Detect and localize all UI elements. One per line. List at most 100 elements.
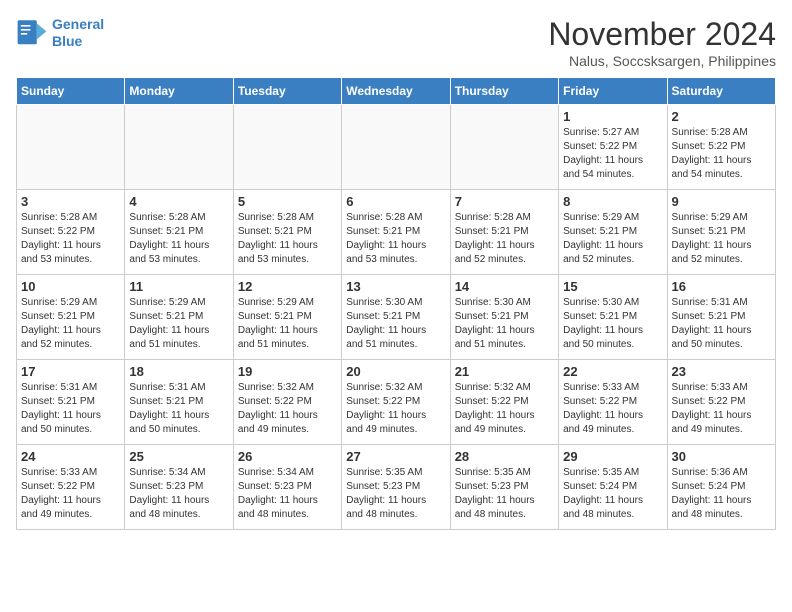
calendar-cell: 30 Sunrise: 5:36 AMSunset: 5:24 PMDayligh…	[667, 445, 775, 530]
week-row-4: 17 Sunrise: 5:31 AMSunset: 5:21 PMDayligh…	[17, 360, 776, 445]
day-info: Sunrise: 5:35 AMSunset: 5:24 PMDaylight:…	[563, 466, 662, 522]
day-number: 13	[346, 279, 445, 294]
day-info: Sunrise: 5:28 AMSunset: 5:21 PMDaylight:…	[455, 211, 554, 267]
calendar-cell: 10 Sunrise: 5:29 AMSunset: 5:21 PMDayligh…	[17, 275, 125, 360]
col-header-thursday: Thursday	[450, 78, 558, 105]
logo-line1: General	[52, 16, 104, 32]
day-number: 17	[21, 364, 120, 379]
calendar-cell: 21 Sunrise: 5:32 AMSunset: 5:22 PMDayligh…	[450, 360, 558, 445]
calendar-cell	[125, 105, 233, 190]
day-number: 25	[129, 449, 228, 464]
day-info: Sunrise: 5:28 AMSunset: 5:21 PMDaylight:…	[346, 211, 445, 267]
page-header: General Blue November 2024 Nalus, Soccsk…	[16, 16, 776, 69]
calendar-cell	[233, 105, 341, 190]
day-info: Sunrise: 5:30 AMSunset: 5:21 PMDaylight:…	[346, 296, 445, 352]
day-info: Sunrise: 5:36 AMSunset: 5:24 PMDaylight:…	[672, 466, 771, 522]
day-info: Sunrise: 5:28 AMSunset: 5:21 PMDaylight:…	[129, 211, 228, 267]
day-info: Sunrise: 5:28 AMSunset: 5:21 PMDaylight:…	[238, 211, 337, 267]
day-info: Sunrise: 5:31 AMSunset: 5:21 PMDaylight:…	[672, 296, 771, 352]
title-block: November 2024 Nalus, Soccsksargen, Phili…	[548, 16, 776, 69]
logo-text: General Blue	[52, 16, 104, 50]
day-info: Sunrise: 5:29 AMSunset: 5:21 PMDaylight:…	[21, 296, 120, 352]
week-row-2: 3 Sunrise: 5:28 AMSunset: 5:22 PMDaylight…	[17, 190, 776, 275]
calendar-cell: 3 Sunrise: 5:28 AMSunset: 5:22 PMDaylight…	[17, 190, 125, 275]
month-title: November 2024	[548, 16, 776, 53]
day-info: Sunrise: 5:29 AMSunset: 5:21 PMDaylight:…	[563, 211, 662, 267]
day-info: Sunrise: 5:28 AMSunset: 5:22 PMDaylight:…	[21, 211, 120, 267]
col-header-tuesday: Tuesday	[233, 78, 341, 105]
col-header-wednesday: Wednesday	[342, 78, 450, 105]
logo-icon	[16, 17, 48, 49]
day-number: 27	[346, 449, 445, 464]
day-number: 1	[563, 109, 662, 124]
day-info: Sunrise: 5:27 AMSunset: 5:22 PMDaylight:…	[563, 126, 662, 182]
calendar-cell: 14 Sunrise: 5:30 AMSunset: 5:21 PMDayligh…	[450, 275, 558, 360]
calendar-cell	[17, 105, 125, 190]
day-info: Sunrise: 5:34 AMSunset: 5:23 PMDaylight:…	[129, 466, 228, 522]
calendar-cell: 27Sunrise: 5:35 AMSunset: 5:23 PMDayligh…	[342, 445, 450, 530]
calendar-cell: 25 Sunrise: 5:34 AMSunset: 5:23 PMDayligh…	[125, 445, 233, 530]
week-row-5: 24 Sunrise: 5:33 AMSunset: 5:22 PMDayligh…	[17, 445, 776, 530]
day-info: Sunrise: 5:33 AMSunset: 5:22 PMDaylight:…	[21, 466, 120, 522]
logo: General Blue	[16, 16, 104, 50]
day-number: 14	[455, 279, 554, 294]
calendar-cell: 18 Sunrise: 5:31 AMSunset: 5:21 PMDayligh…	[125, 360, 233, 445]
calendar-cell: 1 Sunrise: 5:27 AMSunset: 5:22 PMDaylight…	[559, 105, 667, 190]
day-number: 23	[672, 364, 771, 379]
calendar-cell: 28 Sunrise: 5:35 AMSunset: 5:23 PMDayligh…	[450, 445, 558, 530]
day-number: 21	[455, 364, 554, 379]
calendar-table: SundayMondayTuesdayWednesdayThursdayFrid…	[16, 77, 776, 530]
day-info: Sunrise: 5:35 AMSunset: 5:23 PMDaylight:…	[455, 466, 554, 522]
logo-line2: Blue	[52, 33, 82, 49]
day-number: 28	[455, 449, 554, 464]
day-number: 24	[21, 449, 120, 464]
day-info: Sunrise: 5:30 AMSunset: 5:21 PMDaylight:…	[455, 296, 554, 352]
calendar-cell: 6 Sunrise: 5:28 AMSunset: 5:21 PMDaylight…	[342, 190, 450, 275]
day-number: 5	[238, 194, 337, 209]
day-info: Sunrise: 5:29 AMSunset: 5:21 PMDaylight:…	[129, 296, 228, 352]
day-number: 11	[129, 279, 228, 294]
calendar-cell: 24 Sunrise: 5:33 AMSunset: 5:22 PMDayligh…	[17, 445, 125, 530]
day-number: 20	[346, 364, 445, 379]
calendar-cell: 8 Sunrise: 5:29 AMSunset: 5:21 PMDaylight…	[559, 190, 667, 275]
day-info: Sunrise: 5:32 AMSunset: 5:22 PMDaylight:…	[455, 381, 554, 437]
calendar-cell	[450, 105, 558, 190]
calendar-cell: 23 Sunrise: 5:33 AMSunset: 5:22 PMDayligh…	[667, 360, 775, 445]
day-info: Sunrise: 5:30 AMSunset: 5:21 PMDaylight:…	[563, 296, 662, 352]
calendar-cell: 29 Sunrise: 5:35 AMSunset: 5:24 PMDayligh…	[559, 445, 667, 530]
day-info: Sunrise: 5:32 AMSunset: 5:22 PMDaylight:…	[238, 381, 337, 437]
calendar-cell: 13 Sunrise: 5:30 AMSunset: 5:21 PMDayligh…	[342, 275, 450, 360]
day-info: Sunrise: 5:32 AMSunset: 5:22 PMDaylight:…	[346, 381, 445, 437]
day-info: Sunrise: 5:28 AMSunset: 5:22 PMDaylight:…	[672, 126, 771, 182]
day-number: 3	[21, 194, 120, 209]
calendar-cell: 9Sunrise: 5:29 AMSunset: 5:21 PMDaylight…	[667, 190, 775, 275]
col-header-sunday: Sunday	[17, 78, 125, 105]
day-number: 8	[563, 194, 662, 209]
calendar-cell: 16 Sunrise: 5:31 AMSunset: 5:21 PMDayligh…	[667, 275, 775, 360]
day-info: Sunrise: 5:31 AMSunset: 5:21 PMDaylight:…	[21, 381, 120, 437]
calendar-cell: 7Sunrise: 5:28 AMSunset: 5:21 PMDaylight…	[450, 190, 558, 275]
day-number: 4	[129, 194, 228, 209]
day-number: 16	[672, 279, 771, 294]
day-number: 19	[238, 364, 337, 379]
day-info: Sunrise: 5:31 AMSunset: 5:21 PMDaylight:…	[129, 381, 228, 437]
calendar-header-row: SundayMondayTuesdayWednesdayThursdayFrid…	[17, 78, 776, 105]
calendar-cell	[342, 105, 450, 190]
calendar-cell: 17 Sunrise: 5:31 AMSunset: 5:21 PMDayligh…	[17, 360, 125, 445]
day-number: 15	[563, 279, 662, 294]
day-number: 30	[672, 449, 771, 464]
week-row-3: 10 Sunrise: 5:29 AMSunset: 5:21 PMDayligh…	[17, 275, 776, 360]
day-info: Sunrise: 5:33 AMSunset: 5:22 PMDaylight:…	[563, 381, 662, 437]
day-info: Sunrise: 5:33 AMSunset: 5:22 PMDaylight:…	[672, 381, 771, 437]
location: Nalus, Soccsksargen, Philippines	[548, 53, 776, 69]
calendar-cell: 5 Sunrise: 5:28 AMSunset: 5:21 PMDaylight…	[233, 190, 341, 275]
day-number: 22	[563, 364, 662, 379]
day-info: Sunrise: 5:29 AMSunset: 5:21 PMDaylight:…	[672, 211, 771, 267]
day-number: 29	[563, 449, 662, 464]
col-header-monday: Monday	[125, 78, 233, 105]
day-number: 6	[346, 194, 445, 209]
day-number: 10	[21, 279, 120, 294]
day-number: 18	[129, 364, 228, 379]
calendar-cell: 11 Sunrise: 5:29 AMSunset: 5:21 PMDayligh…	[125, 275, 233, 360]
day-info: Sunrise: 5:29 AMSunset: 5:21 PMDaylight:…	[238, 296, 337, 352]
